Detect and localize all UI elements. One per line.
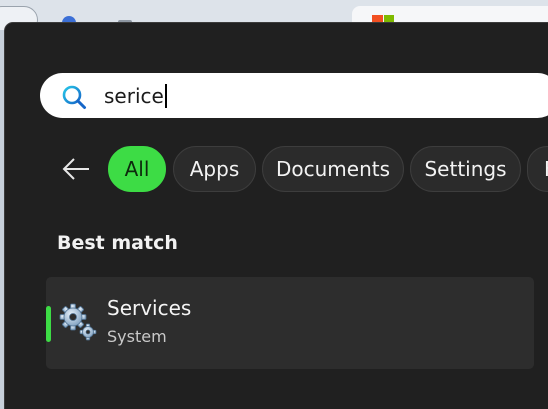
search-icon bbox=[62, 85, 86, 109]
selection-indicator bbox=[46, 306, 51, 342]
filter-chip-settings[interactable]: Settings bbox=[410, 146, 521, 192]
best-match-result[interactable] bbox=[46, 277, 534, 369]
section-title-best-match: Best match bbox=[57, 232, 178, 254]
result-subtitle: System bbox=[107, 327, 167, 346]
search-query-text[interactable]: serice bbox=[104, 84, 167, 108]
back-button[interactable] bbox=[56, 149, 96, 189]
filter-chip-documents[interactable]: Documents bbox=[262, 146, 404, 192]
filter-chip-apps[interactable]: Apps bbox=[173, 146, 256, 192]
arrow-left-icon bbox=[62, 158, 89, 180]
services-gears-icon bbox=[59, 303, 97, 341]
result-title: Services bbox=[107, 296, 192, 320]
filter-chip-all[interactable]: All bbox=[108, 146, 166, 192]
text-caret bbox=[164, 84, 167, 108]
